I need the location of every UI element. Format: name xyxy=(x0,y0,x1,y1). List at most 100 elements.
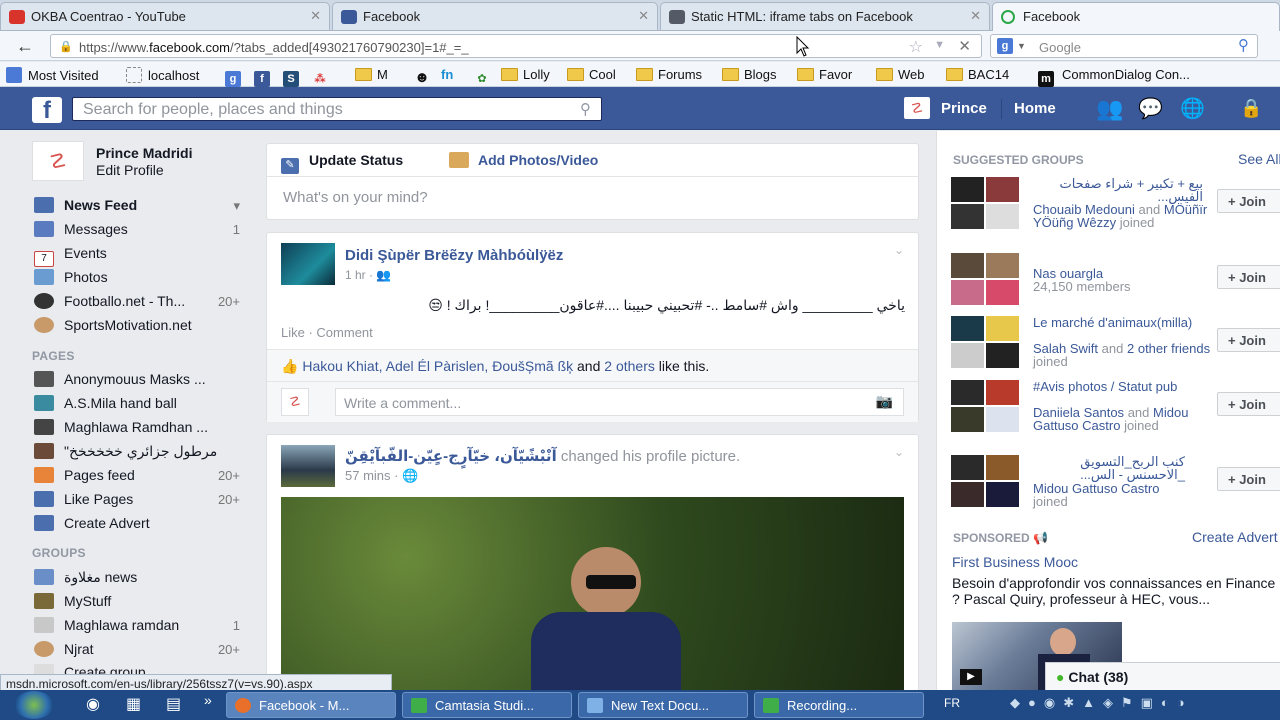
comment-link[interactable]: Comment xyxy=(316,325,372,340)
taskbar-item-camtasia[interactable]: Camtasia Studi... xyxy=(402,692,572,718)
bookmark-lolly[interactable]: Lolly xyxy=(501,67,550,83)
sidebar-item-group[interactable]: MyStuff xyxy=(34,593,244,615)
search-icon[interactable]: ⚲ xyxy=(580,100,591,118)
update-status-tab[interactable]: ✎ Update Status xyxy=(281,152,403,174)
bookmark-bac14[interactable]: BAC14 xyxy=(946,67,1009,83)
language-indicator[interactable]: FR xyxy=(944,696,960,710)
home-link[interactable]: Home xyxy=(1014,100,1056,117)
create-advert-link[interactable]: Create Advert xyxy=(1192,529,1278,545)
start-button[interactable] xyxy=(14,691,54,719)
bookmark-facebook[interactable]: f xyxy=(254,67,270,87)
system-tray-icons[interactable]: ◆●◉✱▲◈⚑▣◐◑ xyxy=(1010,695,1193,711)
close-icon[interactable]: ✕ xyxy=(638,8,649,24)
facebook-logo-icon[interactable]: f xyxy=(32,97,62,124)
bookmark-most-visited[interactable]: Most Visited xyxy=(6,67,99,83)
bookmark-m[interactable]: M xyxy=(355,67,388,83)
sidebar-item-sportsmotivation[interactable]: SportsMotivation.net xyxy=(34,317,244,339)
sidebar-item-like-pages[interactable]: Like Pages 20+ xyxy=(34,491,244,513)
chevron-down-icon[interactable]: ⌄ xyxy=(894,445,904,459)
post-time[interactable]: 1 hr xyxy=(345,268,366,282)
search-engine-box[interactable]: g ▼ Google ⚲ xyxy=(990,34,1258,58)
play-icon[interactable]: ▶ xyxy=(960,669,982,685)
explorer-icon[interactable]: ▤ xyxy=(166,694,181,714)
profile-link[interactable]: Prince xyxy=(941,100,987,117)
calculator-icon[interactable]: ▦ xyxy=(126,694,141,714)
bookmark-leaf[interactable]: ✿ xyxy=(474,67,490,85)
bookmark-star-icon[interactable]: ☆ xyxy=(909,37,923,57)
post-time[interactable]: 57 mins xyxy=(345,468,391,483)
taskbar-item-recording[interactable]: Recording... xyxy=(754,692,924,718)
sidebar-item-photos[interactable]: Photos xyxy=(34,269,244,291)
sidebar-item-page[interactable]: Anonymouus Masks ... xyxy=(34,371,244,393)
join-button[interactable]: + Join xyxy=(1217,265,1280,289)
bookmark-blogs[interactable]: Blogs xyxy=(722,67,777,83)
sidebar-item-page[interactable]: Maghlawa Ramdhan ... xyxy=(34,419,244,441)
status-input[interactable]: What's on your mind? xyxy=(283,189,428,206)
edit-profile-link[interactable]: Edit Profile xyxy=(96,162,164,178)
join-button[interactable]: + Join xyxy=(1217,189,1280,213)
sidebar-item-messages[interactable]: Messages 1 xyxy=(34,221,244,243)
taskbar-item-firefox[interactable]: Facebook - M... xyxy=(226,692,396,718)
taskbar-item-notepad[interactable]: New Text Docu... xyxy=(578,692,748,718)
bookmark-favor[interactable]: Favor xyxy=(797,67,852,83)
join-button[interactable]: + Join xyxy=(1217,392,1280,416)
add-photos-tab[interactable]: Add Photos/Video xyxy=(449,152,598,168)
profile-picture-photo[interactable] xyxy=(281,497,904,691)
like-link[interactable]: Like xyxy=(281,325,305,340)
sidebar-item-group[interactable]: Njrat 20+ xyxy=(34,641,244,663)
tab-static-html[interactable]: Static HTML: iframe tabs on Facebook ✕ xyxy=(660,2,990,30)
group-title[interactable]: كنب الربح_التسويق _الاحسنس - الس... xyxy=(1033,455,1185,481)
notifications-globe-icon[interactable]: 🌐 xyxy=(1180,96,1205,121)
back-arrow-icon[interactable]: ← xyxy=(12,34,38,58)
chevron-down-icon[interactable]: ▼ xyxy=(934,39,945,51)
chevron-down-icon[interactable]: ▾ xyxy=(233,198,240,214)
sidebar-item-group[interactable]: Maghlawa ramdan 1 xyxy=(34,617,244,639)
group-title[interactable]: #Avis photos / Statut pub xyxy=(1033,380,1203,393)
group-title[interactable]: بيع + تكبير + شراء صفحات الفيس... xyxy=(1033,177,1203,203)
comment-input[interactable]: Write a comment... 📷 xyxy=(335,388,904,416)
messages-icon[interactable]: 💬 xyxy=(1138,96,1163,121)
chevron-down-icon[interactable]: ▼ xyxy=(1017,41,1026,51)
sidebar-item-news-feed[interactable]: News Feed ▾ xyxy=(34,197,244,219)
tab-facebook-active[interactable]: Facebook xyxy=(992,2,1280,32)
sidebar-item-page[interactable]: A.S.Mila hand ball xyxy=(34,395,244,417)
close-icon[interactable]: ✕ xyxy=(310,8,321,24)
profile-avatar[interactable]: ☡ xyxy=(32,141,84,181)
profile-name[interactable]: Prince Madridi xyxy=(96,145,192,161)
bookmark-forums[interactable]: Forums xyxy=(636,67,702,83)
sidebar-item-group[interactable]: مغلاوة news xyxy=(34,569,244,591)
group-title[interactable]: Le marché d'animaux(milla) xyxy=(1033,316,1203,329)
stop-icon[interactable]: ✕ xyxy=(958,37,971,55)
bookmark-s[interactable]: S xyxy=(283,67,299,87)
join-button[interactable]: + Join xyxy=(1217,467,1280,491)
ie-icon[interactable]: ◉ xyxy=(86,694,100,714)
sidebar-item-events[interactable]: 7 Events xyxy=(34,245,244,267)
bookmark-dots[interactable]: ⁂ xyxy=(312,67,328,85)
overflow-chevron-icon[interactable]: » xyxy=(204,692,212,708)
ad-title[interactable]: First Business Mooc xyxy=(952,554,1078,570)
bookmark-smiley[interactable]: ☻ xyxy=(414,67,430,86)
facebook-search-input[interactable]: Search for people, places and things ⚲ xyxy=(72,97,602,121)
search-icon[interactable]: ⚲ xyxy=(1238,36,1249,54)
bookmark-commondialog[interactable]: m CommonDialog Con... xyxy=(1038,67,1190,87)
author-avatar[interactable] xyxy=(281,243,335,285)
join-button[interactable]: + Join xyxy=(1217,328,1280,352)
bookmark-fn[interactable]: fn xyxy=(441,67,453,83)
close-icon[interactable]: ✕ xyxy=(970,8,981,24)
friend-link[interactable]: 2 other friends xyxy=(1127,341,1210,356)
profile-avatar-icon[interactable]: ☡ xyxy=(904,97,930,119)
sidebar-item-pages-feed[interactable]: Pages feed 20+ xyxy=(34,467,244,489)
sidebar-item-create-advert[interactable]: Create Advert xyxy=(34,515,244,537)
url-bar[interactable]: 🔒 https://www.facebook.com/?tabs_added[4… xyxy=(50,34,982,58)
google-icon[interactable]: g xyxy=(997,38,1013,54)
chevron-down-icon[interactable]: ⌄ xyxy=(894,243,904,257)
settings-lock-icon[interactable]: 🔒 xyxy=(1240,98,1262,119)
bookmark-google[interactable]: g xyxy=(225,67,241,87)
tab-youtube[interactable]: OKBA Coentrao - YouTube ✕ xyxy=(0,2,330,30)
post-author[interactable]: آنْبْشًيّآن، خيّآرٍج-عٍيّن-الفّبآيْقِنّ xyxy=(345,448,557,465)
friend-requests-icon[interactable]: 👥 xyxy=(1096,96,1123,122)
tab-facebook-1[interactable]: Facebook ✕ xyxy=(332,2,658,30)
post-author[interactable]: Didi Şùpër Brëẽzy Màhbóùlÿëz xyxy=(345,247,563,264)
bookmark-web[interactable]: Web xyxy=(876,67,925,83)
bookmark-cool[interactable]: Cool xyxy=(567,67,616,83)
